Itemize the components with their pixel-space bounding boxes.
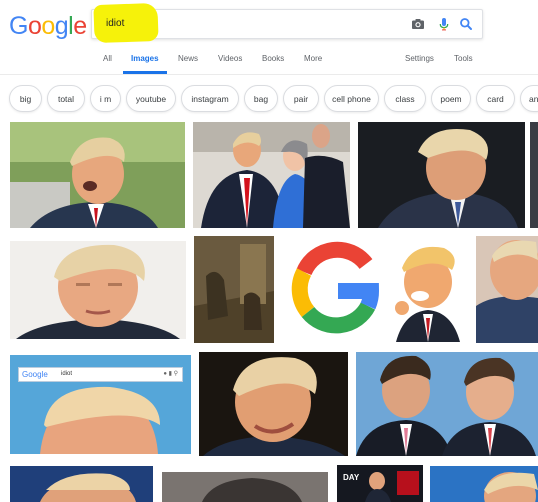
logo-letter: g [54,12,69,40]
image-result[interactable] [10,241,186,339]
logo-letter: o [27,12,42,40]
tab-more[interactable]: More [304,54,322,63]
image-result[interactable] [193,122,350,228]
tab-all[interactable]: All [103,54,112,63]
chip[interactable]: bag [244,85,278,112]
camera-icon[interactable] [410,16,426,32]
tab-news[interactable]: News [178,54,198,63]
chip[interactable]: i m [90,85,121,112]
chip[interactable]: class [384,85,426,112]
image-result[interactable]: DAY [337,465,423,502]
image-result[interactable] [10,122,185,228]
chip[interactable]: instagram [181,85,239,112]
logo-letter: o [41,12,55,40]
google-logo[interactable]: Google [9,12,87,41]
search-box[interactable]: idiot [91,2,483,44]
image-result[interactable] [194,236,274,343]
yellow-highlight-marker [93,2,159,44]
chip[interactable]: big [9,85,42,112]
chip[interactable]: poem [431,85,471,112]
chip[interactable]: total [47,85,85,112]
tab-tools[interactable]: Tools [454,54,473,63]
header-divider [0,74,538,75]
tab-images[interactable]: Images [131,54,159,63]
microphone-icon[interactable] [436,16,452,32]
image-result[interactable] [162,472,328,502]
search-input[interactable]: idiot [106,18,124,29]
image-result[interactable] [530,122,538,228]
image-result[interactable] [356,352,538,456]
chip[interactable]: pair [283,85,319,112]
logo-letter: e [73,12,87,40]
chip[interactable]: youtube [126,85,176,112]
image-result[interactable] [430,466,538,502]
tab-books[interactable]: Books [262,54,284,63]
image-result[interactable] [388,242,468,342]
chip[interactable]: cell phone [324,85,379,112]
search-icon[interactable] [458,16,474,32]
search-tabs: All Images News Videos Books More Settin… [0,54,538,76]
google-g-logo-image[interactable] [282,236,388,343]
chip[interactable]: an [520,85,538,112]
tab-settings[interactable]: Settings [405,54,434,63]
image-result[interactable] [10,466,153,502]
tab-videos[interactable]: Videos [218,54,242,63]
image-result[interactable] [199,352,348,456]
logo-letter: G [9,12,28,40]
image-result[interactable] [358,122,525,228]
image-result[interactable] [476,236,538,343]
image-result-embedded-screenshot[interactable]: Google idiot ● ▮ ⚲ [10,355,191,454]
chip[interactable]: card [476,85,515,112]
